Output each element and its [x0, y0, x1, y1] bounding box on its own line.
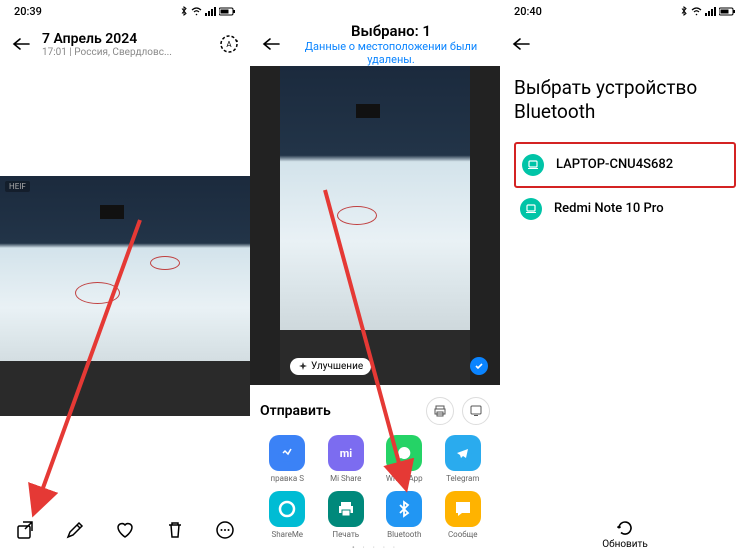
- selection-count: Выбрано: 1: [292, 22, 490, 40]
- wifi-icon: [191, 7, 202, 16]
- delete-button[interactable]: [165, 520, 185, 540]
- bottom-toolbar: [0, 504, 250, 556]
- more-button[interactable]: [215, 520, 235, 540]
- header-center: Выбрано: 1 Данные о местоположении были …: [292, 22, 490, 66]
- share-header: Отправить: [260, 397, 490, 425]
- location-subtitle: 17:01 | Россия, Свердловс...: [42, 47, 208, 58]
- back-button[interactable]: [260, 33, 282, 55]
- sparkle-icon: [298, 362, 308, 372]
- edit-button[interactable]: [65, 520, 85, 540]
- status-icons: [180, 6, 236, 16]
- share-app-label: Печать: [332, 530, 359, 539]
- header: Выбрано: 1 Данные о местоположении были …: [250, 22, 500, 66]
- device-list: LAPTOP-CNU4S682 Redmi Note 10 Pro: [514, 142, 736, 230]
- refresh-icon: [616, 519, 634, 537]
- spacer: [0, 66, 250, 176]
- bluetooth-icon: [180, 6, 188, 16]
- share-sheet: Отправить правка S mi Mi Share WhatsApp Tele…: [250, 385, 500, 556]
- status-bar: 20:40: [500, 0, 750, 22]
- share-app-label: ShareMe: [271, 530, 303, 539]
- device-name: LAPTOP-CNU4S682: [556, 157, 673, 172]
- share-preview: Улучшение: [250, 66, 500, 385]
- pane-share-sheet: .. Выбрано: 1 Данные о местоположении бы…: [250, 0, 500, 556]
- photo-thumbnail[interactable]: Улучшение: [280, 66, 470, 385]
- battery-icon: [719, 7, 736, 16]
- sm-icon: [269, 491, 305, 527]
- status-time: 20:39: [14, 5, 42, 18]
- date-title: 7 Апрель 2024: [42, 31, 208, 47]
- tg-icon: [445, 435, 481, 471]
- print-button[interactable]: [426, 397, 454, 425]
- page-dots: • · · · ·: [260, 543, 490, 552]
- svg-text:A: A: [226, 40, 232, 49]
- refresh-button[interactable]: Обновить: [500, 509, 750, 556]
- share-app-wa[interactable]: WhatsApp: [377, 435, 432, 483]
- back-button[interactable]: [510, 33, 532, 55]
- pane-bluetooth-picker: 20:40 Выбрать устройство Bluetooth LAPTO…: [500, 0, 750, 556]
- battery-icon: [219, 7, 236, 16]
- send-label: Отправить: [260, 403, 331, 419]
- signal-icon: [705, 7, 716, 16]
- enhance-chip[interactable]: Улучшение: [290, 358, 371, 375]
- bluetooth-icon: [680, 6, 688, 16]
- laptop-icon: [522, 154, 544, 176]
- svg-text:mi: mi: [340, 447, 353, 460]
- share-app-label: правка S: [271, 474, 304, 483]
- bluetooth-body: Выбрать устройство Bluetooth LAPTOP-CNU4…: [500, 66, 750, 509]
- status-icons: [680, 6, 736, 16]
- selected-check[interactable]: [470, 357, 488, 375]
- signal-icon: [205, 7, 216, 16]
- cast-button[interactable]: [462, 397, 490, 425]
- share-app-grid: правка S mi Mi Share WhatsApp Telegram ShareM…: [260, 435, 490, 539]
- laptop-icon: [520, 198, 542, 220]
- wifi-icon: [691, 7, 702, 16]
- location-removed-link[interactable]: Данные о местоположении были удалены.: [292, 40, 490, 66]
- refresh-label: Обновить: [602, 539, 648, 550]
- share-app-bt[interactable]: Bluetooth: [377, 491, 432, 539]
- bluetooth-device[interactable]: Redmi Note 10 Pro: [514, 188, 736, 230]
- share-app-s[interactable]: правка S: [260, 435, 315, 483]
- share-button[interactable]: [15, 520, 35, 540]
- share-app-sm[interactable]: ShareMe: [260, 491, 315, 539]
- share-app-pr[interactable]: Печать: [319, 491, 374, 539]
- spacer: [0, 416, 250, 504]
- share-app-label: Сообще: [448, 530, 478, 539]
- share-app-label: Telegram: [446, 474, 479, 483]
- share-app-ms[interactable]: Сообще: [436, 491, 491, 539]
- favorite-button[interactable]: [115, 520, 135, 540]
- share-app-label: Mi Share: [330, 474, 361, 483]
- header: 7 Апрель 2024 17:01 | Россия, Свердловс.…: [0, 22, 250, 66]
- header: [500, 22, 750, 66]
- bt-icon: [386, 491, 422, 527]
- bluetooth-device[interactable]: LAPTOP-CNU4S682: [514, 142, 736, 188]
- wa-icon: [386, 435, 422, 471]
- pr-icon: [328, 491, 364, 527]
- device-name: Redmi Note 10 Pro: [554, 201, 664, 216]
- s-icon: [269, 435, 305, 471]
- share-app-mi[interactable]: mi Mi Share: [319, 435, 374, 483]
- auto-button[interactable]: A: [218, 33, 240, 55]
- scoreboard: [100, 205, 124, 219]
- share-app-tg[interactable]: Telegram: [436, 435, 491, 483]
- back-button[interactable]: [10, 33, 32, 55]
- pane-gallery-detail: 20:39 7 Апрель 2024 17:01 | Россия, Свер…: [0, 0, 250, 556]
- photo-preview[interactable]: HEIF: [0, 176, 250, 416]
- ms-icon: [445, 491, 481, 527]
- share-app-label: WhatsApp: [386, 474, 423, 483]
- enhance-label: Улучшение: [311, 361, 363, 372]
- share-app-label: Bluetooth: [387, 530, 421, 539]
- status-bar: 20:39: [0, 0, 250, 22]
- heif-badge: HEIF: [5, 181, 30, 192]
- mi-icon: mi: [328, 435, 364, 471]
- status-time: 20:40: [514, 5, 542, 18]
- bluetooth-title: Выбрать устройство Bluetooth: [514, 76, 736, 124]
- title-block: 7 Апрель 2024 17:01 | Россия, Свердловс.…: [42, 31, 208, 58]
- stands: [0, 361, 250, 416]
- scoreboard: [356, 104, 380, 118]
